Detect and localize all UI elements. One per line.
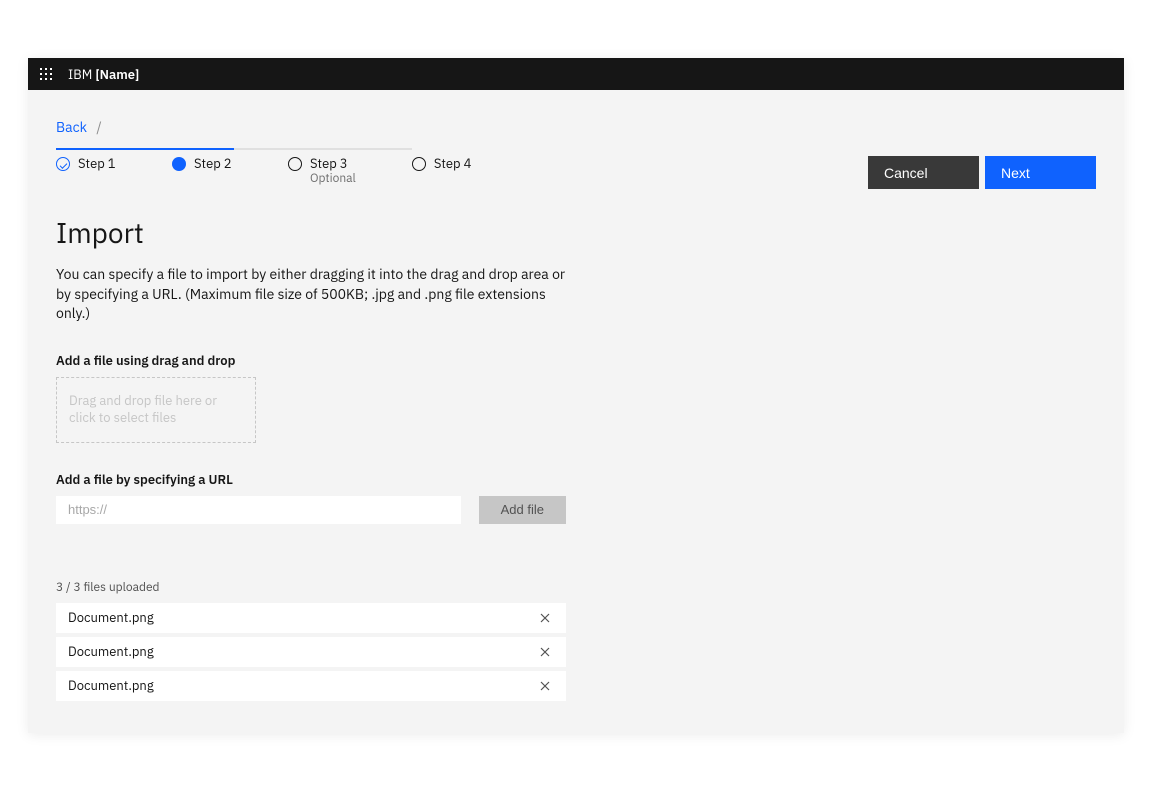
upload-status: 3 / 3 files uploaded bbox=[56, 580, 1096, 595]
app-switcher-icon[interactable] bbox=[40, 68, 52, 80]
step-3[interactable]: Step 3 Optional bbox=[288, 156, 356, 186]
url-label: Add a file by specifying a URL bbox=[56, 471, 1096, 488]
close-icon bbox=[540, 613, 550, 623]
back-link[interactable]: Back bbox=[56, 118, 87, 136]
file-list: Document.png Document.png Document.png bbox=[56, 603, 566, 701]
file-item: Document.png bbox=[56, 603, 566, 633]
page-description: You can specify a file to import by eith… bbox=[56, 265, 576, 324]
file-item: Document.png bbox=[56, 671, 566, 701]
drag-drop-label: Add a file using drag and drop bbox=[56, 352, 1096, 369]
todo-dot-icon bbox=[412, 157, 426, 171]
topbar: IBM [Name] bbox=[28, 58, 1124, 90]
file-item: Document.png bbox=[56, 637, 566, 667]
step-label: Step 4 bbox=[434, 156, 472, 172]
url-input[interactable] bbox=[56, 496, 461, 524]
cancel-button[interactable]: Cancel bbox=[868, 156, 979, 189]
step-1[interactable]: Step 1 bbox=[56, 156, 116, 186]
action-bar: Cancel Next bbox=[868, 156, 1096, 189]
step-label: Step 3 bbox=[310, 156, 356, 172]
remove-file-button[interactable] bbox=[536, 609, 554, 627]
brand-label: IBM [Name] bbox=[68, 66, 139, 83]
file-name: Document.png bbox=[68, 677, 154, 694]
progress-steps: Step 1 Step 2 Step 3 Optional Step 4 bbox=[56, 156, 472, 186]
step-sublabel: Optional bbox=[310, 172, 356, 186]
file-name: Document.png bbox=[68, 643, 154, 660]
checkmark-icon bbox=[56, 157, 70, 171]
breadcrumb: Back / bbox=[56, 118, 1096, 136]
remove-file-button[interactable] bbox=[536, 643, 554, 661]
breadcrumb-separator: / bbox=[96, 118, 101, 136]
next-button[interactable]: Next bbox=[985, 156, 1096, 189]
close-icon bbox=[540, 681, 550, 691]
drag-drop-area[interactable]: Drag and drop file here or click to sele… bbox=[56, 377, 256, 443]
step-4[interactable]: Step 4 bbox=[412, 156, 472, 186]
add-file-button[interactable]: Add file bbox=[479, 496, 566, 524]
current-dot-icon bbox=[172, 157, 186, 171]
close-icon bbox=[540, 647, 550, 657]
page-title: Import bbox=[56, 214, 1096, 251]
file-name: Document.png bbox=[68, 609, 154, 626]
step-label: Step 1 bbox=[78, 156, 116, 172]
remove-file-button[interactable] bbox=[536, 677, 554, 695]
step-2[interactable]: Step 2 bbox=[172, 156, 232, 186]
app-window: IBM [Name] Back / Step 1 Step 2 bbox=[28, 58, 1124, 733]
page-content: Back / Step 1 Step 2 Step 3 Optional bbox=[28, 90, 1124, 733]
todo-dot-icon bbox=[288, 157, 302, 171]
step-label: Step 2 bbox=[194, 156, 232, 172]
